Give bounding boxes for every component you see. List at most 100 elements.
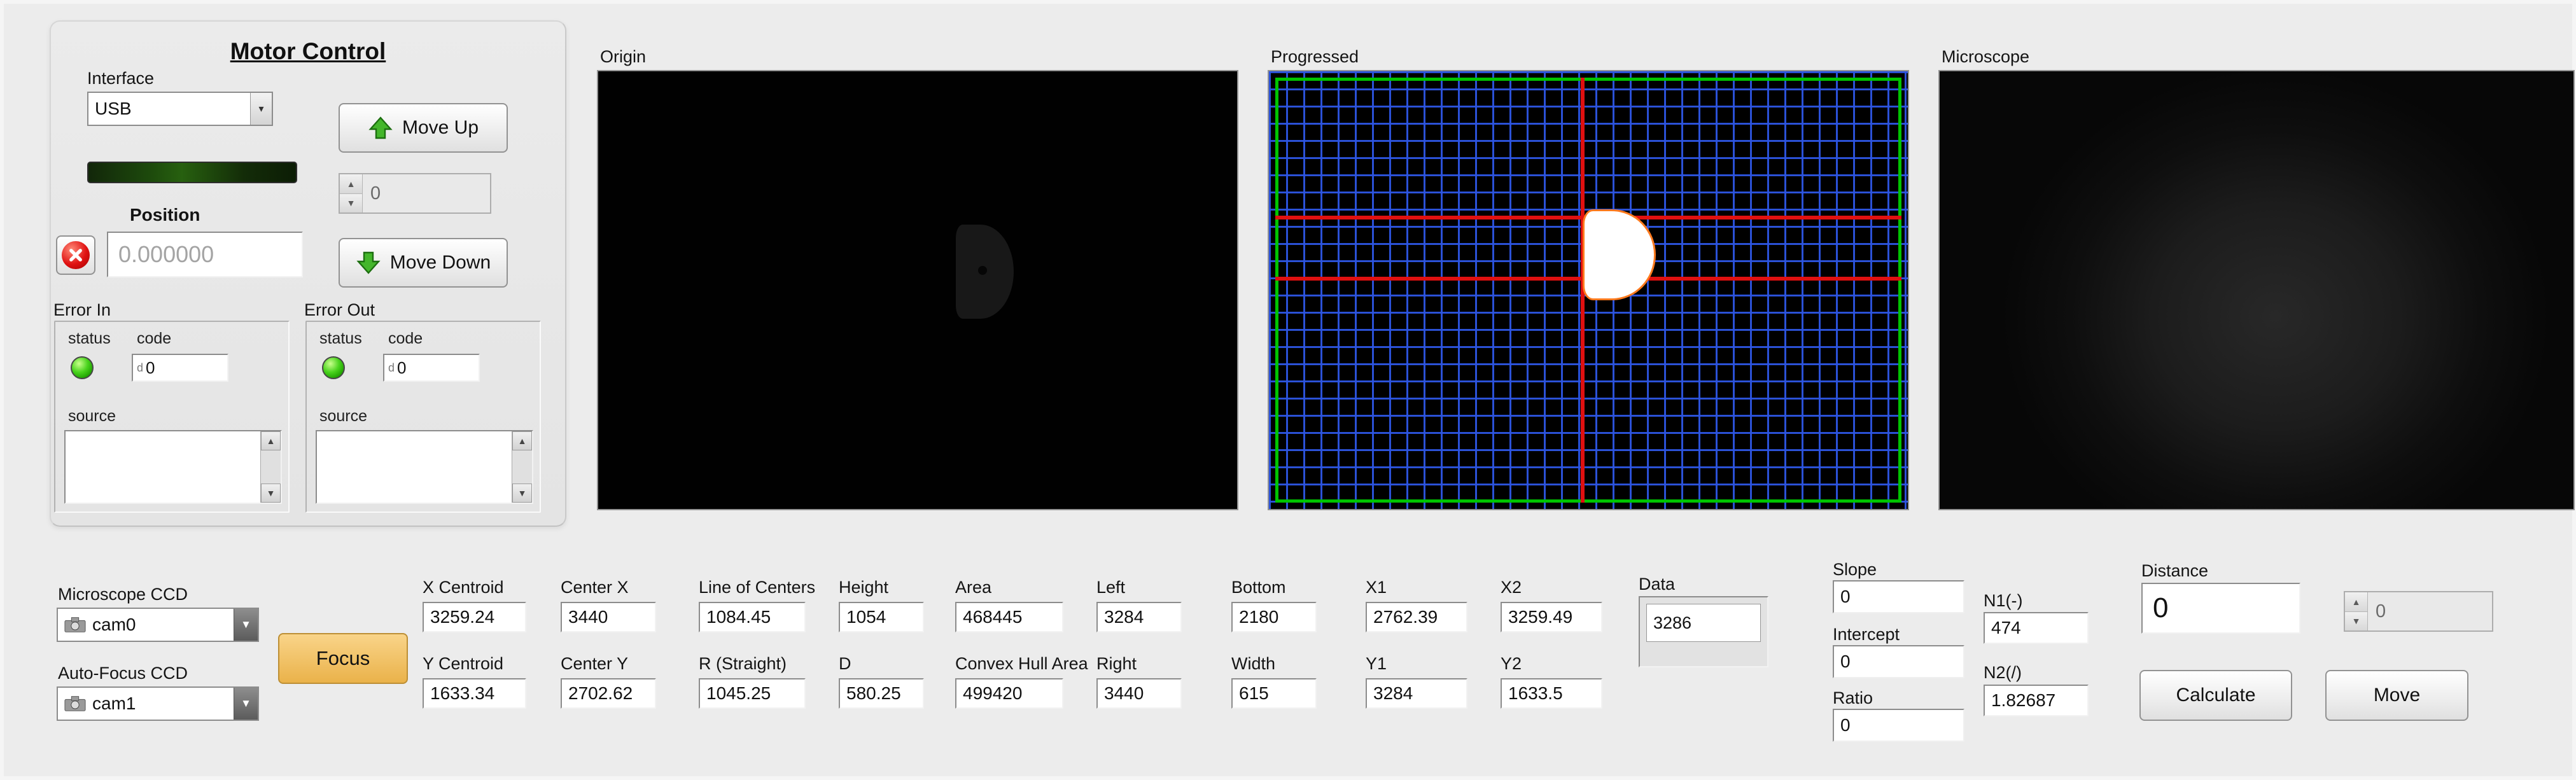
line-of-centers-value: 1084.45 — [699, 602, 806, 632]
decrement-button[interactable]: ▼ — [2345, 611, 2367, 630]
chevron-down-icon[interactable]: ▼ — [234, 688, 258, 720]
increment-button[interactable]: ▲ — [2345, 592, 2367, 612]
autofocus-ccd-dropdown[interactable]: cam1 ▼ — [57, 686, 259, 721]
move-target-value[interactable]: 0 — [2368, 592, 2492, 630]
slope-input[interactable] — [1833, 580, 1964, 613]
intercept-input[interactable] — [1833, 645, 1964, 678]
error-out-code-value: 0 — [397, 358, 407, 377]
bottom-label: Bottom — [1231, 578, 1286, 597]
width-label: Width — [1231, 654, 1276, 673]
position-display[interactable]: 0.000000 — [107, 232, 303, 277]
interface-label: Interface — [87, 69, 155, 88]
spinner-buttons: ▲ ▼ — [2345, 592, 2368, 630]
line-of-centers-label: Line of Centers — [699, 578, 816, 597]
origin-display-label: Origin — [600, 47, 647, 66]
area-value: 468445 — [955, 602, 1063, 632]
n2-label: N2(/) — [1984, 663, 2022, 682]
progressed-display-label: Progressed — [1271, 47, 1359, 66]
area-label: Area — [955, 578, 992, 597]
error-in-source-box[interactable]: ▲ ▼ — [64, 430, 282, 504]
interface-value: USB — [95, 99, 132, 118]
increment-button[interactable]: ▲ — [340, 174, 362, 194]
microscope-ccd-dropdown[interactable]: cam0 ▼ — [57, 608, 259, 642]
decrement-button[interactable]: ▼ — [340, 193, 362, 212]
move-button[interactable]: Move — [2325, 670, 2468, 721]
data-list-label: Data — [1639, 575, 1676, 594]
data-listbox: 3286 — [1639, 596, 1768, 667]
error-out-status-label: status — [319, 330, 362, 347]
error-out-source-scrollbar[interactable]: ▲ ▼ — [512, 431, 532, 503]
origin-image-display — [597, 70, 1238, 510]
step-size-value[interactable]: 0 — [363, 174, 490, 212]
error-out-code-label: code — [388, 330, 423, 347]
distance-display: 0 — [2141, 583, 2300, 634]
error-out-source-label: source — [319, 407, 368, 425]
distance-label: Distance — [2141, 561, 2209, 580]
chevron-down-icon[interactable]: ▾ — [250, 93, 272, 125]
move-up-button[interactable]: Move Up — [339, 103, 508, 153]
bottom-value: 2180 — [1231, 602, 1317, 632]
scroll-down-icon[interactable]: ▼ — [261, 484, 281, 503]
convex-hull-area-value: 499420 — [955, 678, 1063, 709]
x1-label: X1 — [1366, 578, 1387, 597]
width-value: 615 — [1231, 678, 1317, 709]
radix-indicator: d — [137, 361, 144, 374]
error-in-source-label: source — [68, 407, 116, 425]
x2-value: 3259.49 — [1501, 602, 1602, 632]
center-y-label: Center Y — [561, 654, 629, 673]
ratio-label: Ratio — [1833, 688, 1873, 707]
center-y-value: 2702.62 — [561, 678, 656, 709]
autofocus-ccd-label: Auto-Focus CCD — [58, 664, 188, 683]
scroll-up-icon[interactable]: ▲ — [512, 431, 532, 450]
convex-hull-area-label: Convex Hull Area — [955, 654, 1088, 673]
error-in-code-value: 0 — [146, 358, 155, 377]
error-in-source-scrollbar[interactable]: ▲ ▼ — [260, 431, 281, 503]
microscope-ccd-value: cam0 — [92, 615, 136, 634]
slope-label: Slope — [1833, 560, 1877, 579]
d-label: D — [839, 654, 851, 673]
error-out-code-field: d 0 — [383, 354, 480, 382]
motor-activity-indicator — [87, 162, 297, 183]
right-value: 3440 — [1096, 678, 1182, 709]
ratio-input[interactable] — [1833, 709, 1964, 742]
y-centroid-label: Y Centroid — [423, 654, 504, 673]
d-value: 580.25 — [839, 678, 924, 709]
arrow-down-icon — [356, 250, 381, 275]
r-straight-label: R (Straight) — [699, 654, 787, 673]
error-in-code-label: code — [137, 330, 172, 347]
interface-dropdown[interactable]: USB ▾ — [87, 92, 273, 126]
microscope-display-label: Microscope — [1942, 47, 2030, 66]
position-label: Position — [130, 205, 200, 225]
spinner-buttons: ▲ ▼ — [340, 174, 363, 212]
center-x-label: Center X — [561, 578, 629, 597]
left-label: Left — [1096, 578, 1126, 597]
data-list-item: 3286 — [1646, 604, 1761, 642]
error-out-status-led — [322, 356, 345, 379]
scroll-up-icon[interactable]: ▲ — [261, 431, 281, 450]
motor-control-panel: Motor Control Interface USB ▾ Position 0… — [50, 20, 566, 527]
stop-button[interactable] — [56, 235, 95, 275]
y2-label: Y2 — [1501, 654, 1522, 673]
camera-icon — [64, 616, 86, 633]
chevron-down-icon[interactable]: ▼ — [234, 609, 258, 641]
error-in-status-label: status — [68, 330, 111, 347]
error-in-code-field: d 0 — [132, 354, 228, 382]
step-size-spinner[interactable]: ▲ ▼ 0 — [339, 173, 491, 214]
error-out-label: Error Out — [304, 300, 375, 319]
y1-value: 3284 — [1366, 678, 1467, 709]
error-out-source-box[interactable]: ▲ ▼ — [316, 430, 533, 504]
microscope-image-display — [1938, 70, 2575, 510]
calculate-button[interactable]: Calculate — [2139, 670, 2292, 721]
error-in-status-led — [71, 356, 94, 379]
intercept-label: Intercept — [1833, 625, 1900, 644]
progressed-image-display — [1268, 70, 1909, 510]
focus-button[interactable]: Focus — [278, 633, 408, 684]
move-target-spinner[interactable]: ▲ ▼ 0 — [2344, 591, 2493, 632]
n2-value: 1.82687 — [1984, 685, 2089, 716]
scroll-down-icon[interactable]: ▼ — [512, 484, 532, 503]
stop-x-icon — [62, 241, 90, 269]
x2-label: X2 — [1501, 578, 1522, 597]
n1-label: N1(-) — [1984, 591, 2023, 610]
move-down-button[interactable]: Move Down — [339, 238, 508, 288]
left-value: 3284 — [1096, 602, 1182, 632]
